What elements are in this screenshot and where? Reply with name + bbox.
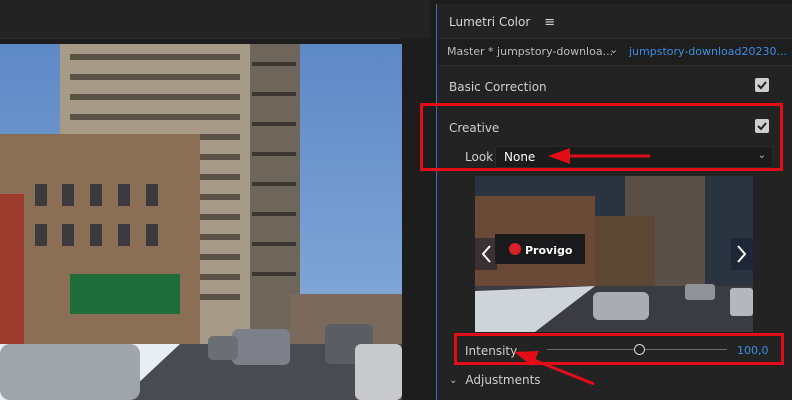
program-monitor-header (0, 0, 430, 39)
next-look-button[interactable] (731, 238, 753, 270)
panel-title: Lumetri Color (449, 15, 531, 29)
basic-correction-checkbox[interactable] (755, 78, 769, 92)
program-monitor[interactable] (0, 44, 402, 400)
video-frame-image (0, 44, 402, 400)
chevron-right-icon (737, 245, 747, 263)
previous-look-button[interactable] (475, 238, 497, 270)
look-preview-image: Provigo (475, 176, 753, 332)
look-preview-thumbnail: Provigo (475, 176, 753, 332)
adjustments-label: Adjustments (465, 373, 541, 387)
chevron-left-icon (481, 245, 491, 263)
adjustments-section-toggle[interactable]: ⌄ Adjustments (449, 373, 541, 387)
look-label: Look (465, 150, 494, 164)
sequence-clip-link[interactable]: jumpstory-download20230... (629, 45, 787, 58)
store-sign-text: Provigo (525, 244, 573, 257)
intensity-label: Intensity (465, 344, 518, 358)
section-basic-correction[interactable]: Basic Correction (437, 74, 792, 100)
checkmark-icon (757, 122, 767, 131)
look-dropdown[interactable]: None ⌄ (495, 146, 773, 168)
intensity-slider-thumb[interactable] (634, 344, 645, 355)
chevron-down-icon: ⌄ (449, 374, 458, 386)
chevron-down-icon: ⌄ (757, 150, 766, 161)
panel-divider (402, 38, 436, 400)
checkmark-icon (757, 81, 767, 90)
chevron-down-icon[interactable]: ⌄ (609, 43, 618, 56)
creative-checkbox[interactable] (755, 119, 769, 133)
hamburger-menu-icon[interactable]: ≡ (544, 15, 555, 30)
panel-header: Lumetri Color ≡ (449, 10, 555, 34)
creative-label: Creative (449, 121, 500, 135)
lumetri-color-panel: Lumetri Color ≡ Master * jumpstory-downl… (436, 4, 792, 400)
intensity-value[interactable]: 100,0 (737, 344, 769, 357)
section-creative[interactable]: Creative (437, 115, 792, 141)
master-clip-label[interactable]: Master * jumpstory-downloa... (447, 45, 613, 58)
basic-correction-label: Basic Correction (449, 80, 547, 94)
clip-selector-bar: Master * jumpstory-downloa... ⌄ jumpstor… (437, 38, 792, 66)
look-dropdown-value: None (504, 150, 536, 164)
